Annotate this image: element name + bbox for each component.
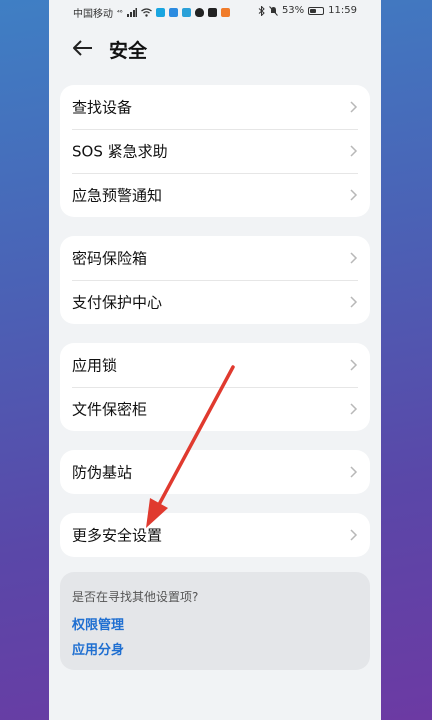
status-bar: 中国移动 ⁴⁶ 53% 11:59 <box>49 0 381 24</box>
chevron-right-icon <box>350 359 358 371</box>
back-arrow-icon <box>73 40 92 56</box>
battery-percent: 53% <box>281 5 305 16</box>
back-button[interactable] <box>69 34 97 62</box>
app-notification-icon <box>155 8 165 17</box>
row-sos[interactable]: SOS 紧急求助 <box>60 129 370 173</box>
row-label: 防伪基站 <box>72 463 133 482</box>
chevron-right-icon <box>350 145 358 157</box>
row-pseudo-base-station[interactable]: 防伪基站 <box>60 450 370 494</box>
row-password-vault[interactable]: 密码保险箱 <box>60 236 370 280</box>
row-find-device[interactable]: 查找设备 <box>60 85 370 129</box>
settings-group-1: 查找设备 SOS 紧急求助 应急预警通知 <box>60 85 370 217</box>
row-emergency-alerts[interactable]: 应急预警通知 <box>60 173 370 217</box>
signal-label: ⁴⁶ <box>117 8 123 17</box>
row-label: 更多安全设置 <box>72 526 163 545</box>
row-label: 文件保密柜 <box>72 400 148 419</box>
suggestions-question: 是否在寻找其他设置项? <box>72 590 199 604</box>
chevron-right-icon <box>350 403 358 415</box>
header: 安全 <box>49 28 381 68</box>
status-right: 53% 11:59 <box>258 5 357 16</box>
phone-screen: 中国移动 ⁴⁶ 53% 11:59 安全 查找设备 SOS 紧急求助 应急预警通… <box>49 0 381 720</box>
wifi-icon <box>140 8 152 17</box>
clock: 11:59 <box>328 5 357 16</box>
link-app-twin[interactable]: 应用分身 <box>72 639 124 658</box>
row-label: 支付保护中心 <box>72 293 163 312</box>
bluetooth-icon <box>258 5 265 16</box>
row-more-security-settings[interactable]: 更多安全设置 <box>60 513 370 557</box>
chevron-right-icon <box>350 529 358 541</box>
chevron-right-icon <box>350 252 358 264</box>
row-file-safe[interactable]: 文件保密柜 <box>60 387 370 431</box>
settings-group-5: 更多安全设置 <box>60 513 370 557</box>
chevron-right-icon <box>350 296 358 308</box>
carrier-name: 中国移动 <box>73 9 113 20</box>
mute-bell-icon <box>269 5 278 16</box>
settings-group-4: 防伪基站 <box>60 450 370 494</box>
settings-group-3: 应用锁 文件保密柜 <box>60 343 370 431</box>
app-notification-icon <box>168 8 178 17</box>
suggestions-panel: 是否在寻找其他设置项? 权限管理 应用分身 <box>60 572 370 670</box>
row-app-lock[interactable]: 应用锁 <box>60 343 370 387</box>
row-label: 应用锁 <box>72 356 118 375</box>
row-payment-protection[interactable]: 支付保护中心 <box>60 280 370 324</box>
qq-icon <box>194 8 204 17</box>
link-permission-management[interactable]: 权限管理 <box>72 614 124 633</box>
chevron-right-icon <box>350 101 358 113</box>
row-label: 密码保险箱 <box>72 249 148 268</box>
battery-icon <box>308 6 325 15</box>
row-label: 应急预警通知 <box>72 186 163 205</box>
app-notification-icon <box>207 8 217 17</box>
page-title: 安全 <box>109 40 148 62</box>
app-notification-icon <box>220 8 230 17</box>
status-left: 中国移动 ⁴⁶ <box>73 5 230 20</box>
chevron-right-icon <box>350 466 358 478</box>
settings-group-2: 密码保险箱 支付保护中心 <box>60 236 370 324</box>
row-label: 查找设备 <box>72 98 133 117</box>
row-label: SOS 紧急求助 <box>72 142 168 161</box>
signal-icon <box>126 8 137 17</box>
chevron-right-icon <box>350 189 358 201</box>
app-notification-icon <box>181 8 191 17</box>
